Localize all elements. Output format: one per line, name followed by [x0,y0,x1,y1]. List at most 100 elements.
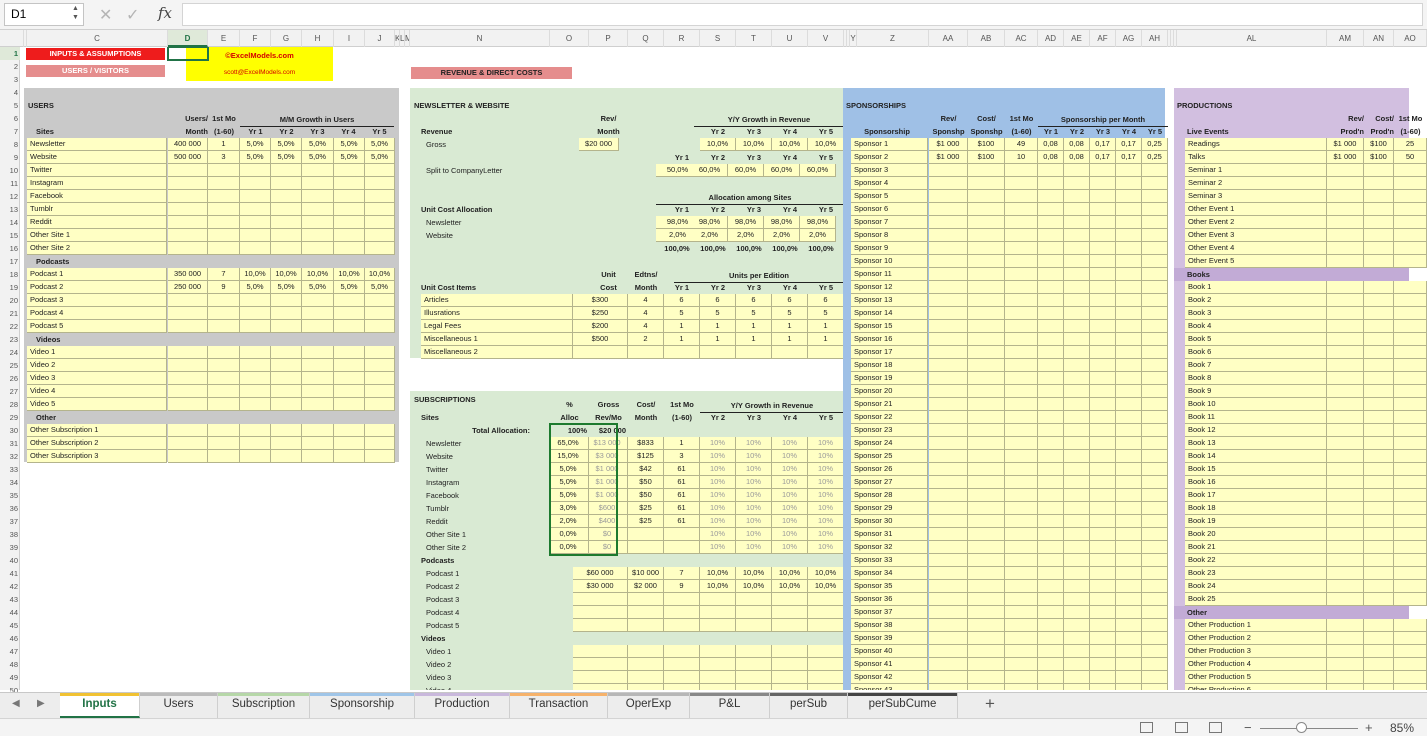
sponsor-cell[interactable] [1005,203,1038,216]
sponsor-name[interactable]: Sponsor 15 [851,320,928,333]
users-cell[interactable] [168,177,208,190]
newsletter-item-cell[interactable]: 6 [772,294,808,307]
row-header[interactable]: 13 [0,203,20,216]
users-cell[interactable]: 5,0% [240,281,271,294]
book-cell[interactable] [1364,424,1394,437]
tab-production[interactable]: Production [415,693,510,718]
row-header[interactable]: 35 [0,489,20,502]
sponsor-cell[interactable] [1064,216,1090,229]
sponsor-cell[interactable] [968,424,1005,437]
users-cell[interactable] [240,216,271,229]
book-cell[interactable] [1327,541,1364,554]
row-header[interactable]: 16 [0,242,20,255]
book-name[interactable]: Book 18 [1185,502,1327,515]
sponsor-cell[interactable] [1064,632,1090,645]
sponsor-cell[interactable] [1005,437,1038,450]
row-header[interactable]: 34 [0,476,20,489]
sponsor-cell[interactable] [1142,385,1168,398]
subscriptions-growth-cell[interactable]: 10% [736,541,772,554]
newsletter-item-cell[interactable]: 4 [628,294,664,307]
book-cell[interactable] [1394,398,1427,411]
subscriptions-firstmo-cell[interactable]: 61 [664,502,700,515]
sponsor-cell[interactable] [1064,203,1090,216]
subscriptions-cost-cell[interactable]: $125 [628,450,664,463]
subscriptions-row-cell[interactable] [573,671,628,684]
users-cell[interactable] [168,294,208,307]
fx-icon[interactable]: fx [158,4,172,22]
sponsor-cell[interactable] [1038,619,1064,632]
book-name[interactable]: Book 20 [1185,528,1327,541]
sponsor-name[interactable]: Sponsor 35 [851,580,928,593]
sponsor-cell[interactable] [929,619,968,632]
sponsor-cell[interactable] [1038,203,1064,216]
production-cell[interactable] [1327,229,1364,242]
sponsor-cell[interactable]: 0,17 [1116,138,1142,151]
sponsor-cell[interactable] [1038,307,1064,320]
sponsor-cell[interactable] [968,593,1005,606]
users-cell[interactable] [271,294,302,307]
column-header-i[interactable]: I [334,30,365,47]
row-header[interactable]: 4 [0,86,20,99]
tab-sponsorship[interactable]: Sponsorship [310,693,415,718]
book-name[interactable]: Book 21 [1185,541,1327,554]
other-production-cell[interactable] [1364,619,1394,632]
users-cell[interactable]: Twitter [27,164,167,177]
users-cell[interactable]: 10,0% [365,268,395,281]
book-cell[interactable] [1394,307,1427,320]
row-header[interactable]: 18 [0,268,20,281]
column-header-j[interactable]: J [365,30,395,47]
book-cell[interactable] [1394,385,1427,398]
users-cell[interactable]: 5,0% [271,151,302,164]
sponsor-cell[interactable] [1005,411,1038,424]
column-header-h[interactable]: H [302,30,334,47]
row-header[interactable]: 40 [0,554,20,567]
other-production-name[interactable]: Other Production 2 [1185,632,1327,645]
sponsor-cell[interactable]: 0,17 [1090,138,1116,151]
sponsor-cell[interactable] [968,411,1005,424]
subscriptions-row-cell[interactable] [772,606,808,619]
sponsor-name[interactable]: Sponsor 23 [851,424,928,437]
sponsor-cell[interactable] [1038,242,1064,255]
sponsor-cell[interactable] [1064,398,1090,411]
book-cell[interactable] [1327,320,1364,333]
users-cell[interactable] [168,307,208,320]
newsletter-gross-growth[interactable]: 10,0% [808,138,844,151]
other-production-cell[interactable] [1364,632,1394,645]
users-cell[interactable] [240,437,271,450]
users-cell[interactable]: 250 000 [168,281,208,294]
book-cell[interactable] [1394,372,1427,385]
column-header-f[interactable]: F [240,30,271,47]
subscriptions-row-cell[interactable] [808,619,844,632]
column-header-ac[interactable]: AC [1005,30,1038,47]
column-header-v[interactable]: V [808,30,844,47]
sponsor-cell[interactable] [1090,203,1116,216]
sheet-grid[interactable]: INPUTS & ASSUMPTIONS USERS / VISITORS ©Exc… [21,47,1427,690]
sponsor-cell[interactable] [1005,593,1038,606]
sponsor-cell[interactable] [1005,346,1038,359]
production-cell[interactable] [1364,190,1394,203]
subscriptions-growth-cell[interactable]: 10% [808,450,844,463]
sponsor-cell[interactable] [1090,320,1116,333]
users-cell[interactable]: 10,0% [240,268,271,281]
sponsor-cell[interactable] [1090,385,1116,398]
row-header[interactable]: 45 [0,619,20,632]
book-cell[interactable] [1364,580,1394,593]
sponsor-cell[interactable] [1090,476,1116,489]
users-cell[interactable]: 10,0% [271,268,302,281]
users-cell[interactable] [208,216,240,229]
sponsor-name[interactable]: Sponsor 32 [851,541,928,554]
sponsor-cell[interactable] [1064,359,1090,372]
row-header[interactable]: 39 [0,541,20,554]
sponsor-cell[interactable] [1064,658,1090,671]
sponsor-cell[interactable] [1142,593,1168,606]
sponsor-cell[interactable] [1090,554,1116,567]
sponsor-cell[interactable] [968,190,1005,203]
users-cell[interactable] [365,450,395,463]
newsletter-item-cell[interactable]: 6 [736,294,772,307]
sponsor-cell[interactable] [929,580,968,593]
column-header-o[interactable]: O [550,30,589,47]
sponsor-cell[interactable] [1005,489,1038,502]
sponsor-cell[interactable] [1005,658,1038,671]
sponsor-cell[interactable] [1142,450,1168,463]
sponsor-cell[interactable] [1038,476,1064,489]
